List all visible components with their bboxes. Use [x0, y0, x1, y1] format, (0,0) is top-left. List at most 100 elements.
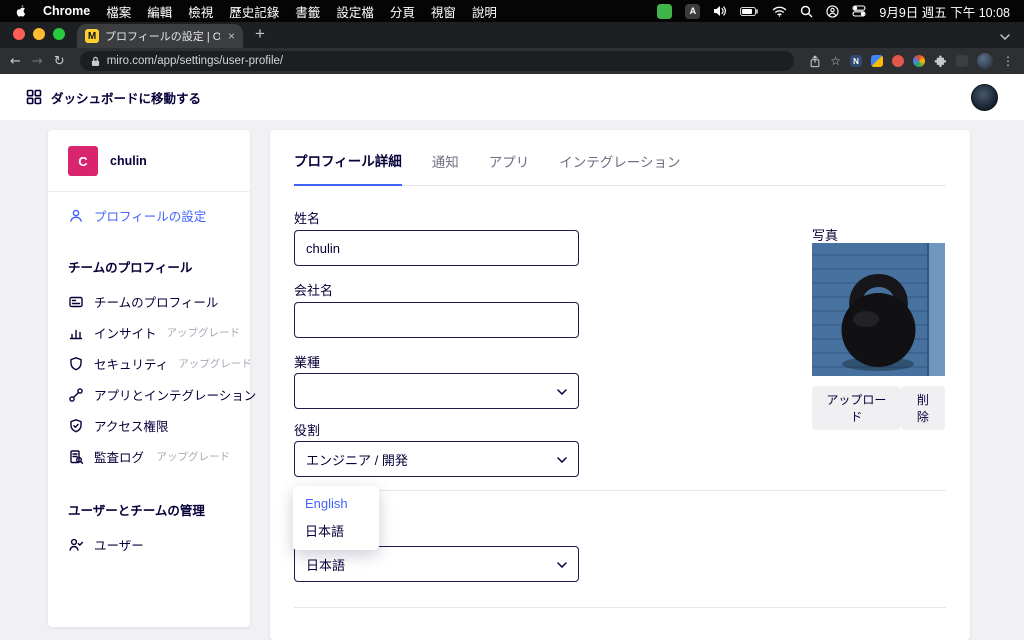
search-icon[interactable]: [800, 5, 813, 18]
menu-item-file[interactable]: 檔案: [106, 2, 131, 21]
extension-icon-colorwheel[interactable]: [913, 55, 925, 67]
extension-icon-drive[interactable]: [871, 55, 883, 67]
chevron-down-icon: [557, 389, 567, 395]
link-nodes-icon: [68, 387, 84, 403]
extension-icon-red[interactable]: [892, 55, 904, 67]
sidebar-user: C chulin: [48, 146, 250, 192]
zoom-button[interactable]: [53, 28, 65, 40]
browser-profile-avatar[interactable]: [977, 53, 993, 69]
sidebar-item-label: チームのプロフィール: [94, 296, 219, 310]
role-label: 役割: [294, 423, 321, 438]
sidebar-item-security[interactable]: セキュリティ アップグレード: [48, 348, 252, 379]
profile-settings-panel: プロフィール詳細 通知 アプリ インテグレーション 姓名 会社名 業種 役割 エ…: [270, 130, 970, 640]
wifi-icon[interactable]: [772, 6, 787, 17]
minimize-button[interactable]: [33, 28, 45, 40]
company-label: 会社名: [294, 283, 334, 298]
tab-close-icon[interactable]: ×: [226, 29, 235, 43]
tab-notifications[interactable]: 通知: [432, 151, 459, 185]
menu-item-window[interactable]: 視窗: [431, 2, 456, 21]
url-text: miro.com/app/settings/user-profile/: [106, 55, 284, 67]
sidebar-item-team-profile[interactable]: チームのプロフィール: [48, 286, 250, 317]
dashboard-link[interactable]: ダッシュボードに移動する: [26, 88, 201, 107]
reload-icon[interactable]: ↻: [54, 54, 65, 69]
user-menu-icon[interactable]: [826, 4, 840, 18]
control-center-icon[interactable]: [852, 5, 866, 17]
back-icon[interactable]: ←: [10, 54, 21, 69]
name-field[interactable]: [294, 230, 579, 266]
new-tab-button[interactable]: +: [243, 25, 265, 48]
close-button[interactable]: [13, 28, 25, 40]
dropdown-option-japanese[interactable]: 日本語: [293, 516, 379, 545]
upgrade-badge: アップグレード: [178, 358, 252, 370]
share-icon[interactable]: [809, 54, 821, 68]
menubar-clock[interactable]: 9月9日 週五 下午 10:08: [879, 2, 1010, 21]
profile-photo: [812, 243, 945, 376]
industry-select[interactable]: [294, 373, 579, 409]
delete-button[interactable]: 削除: [900, 386, 945, 430]
menu-item-help[interactable]: 說明: [472, 2, 497, 21]
person-icon: [68, 208, 84, 224]
menu-item-profiles[interactable]: 設定檔: [336, 2, 374, 21]
browser-tab[interactable]: M プロフィールの設定 | Online Wh ×: [77, 24, 243, 48]
dropdown-option-english[interactable]: English: [293, 491, 379, 516]
menu-item-bookmarks[interactable]: 書籤: [295, 2, 320, 21]
role-select-value: エンジニア / 開発: [306, 452, 408, 468]
sidebar-item-label: インサイト: [94, 327, 157, 341]
macos-menubar: Chrome 檔案 編輯 檢視 歷史記錄 書籤 設定檔 分頁 視窗 說明 A 9…: [0, 0, 1024, 22]
sidebar-item-insights[interactable]: インサイト アップグレード: [48, 317, 250, 348]
upgrade-badge: アップグレード: [156, 451, 231, 463]
battery-icon[interactable]: [740, 6, 759, 16]
star-icon[interactable]: ☆: [830, 54, 841, 68]
kettlebell-image: [812, 243, 945, 376]
tab-integrations[interactable]: インテグレーション: [559, 151, 680, 185]
chevron-down-icon: [557, 562, 567, 568]
role-select[interactable]: エンジニア / 開発: [294, 441, 579, 477]
puzzle-icon[interactable]: [934, 55, 947, 68]
sidebar-item-label: 監査ログ: [94, 451, 145, 465]
address-bar[interactable]: miro.com/app/settings/user-profile/: [79, 51, 795, 71]
menu-item-view[interactable]: 檢視: [188, 2, 213, 21]
green-app-icon[interactable]: [657, 3, 673, 19]
menu-item-history[interactable]: 歷史記錄: [229, 2, 279, 21]
upgrade-badge: アップグレード: [166, 327, 241, 339]
lock-icon[interactable]: [91, 56, 100, 67]
tab-apps[interactable]: アプリ: [489, 151, 530, 185]
extension-icon-dark[interactable]: [956, 55, 968, 67]
language-select-value: 日本語: [306, 557, 346, 573]
menubar-app-name[interactable]: Chrome: [43, 4, 90, 18]
sidebar-item-label: セキュリティ: [94, 358, 169, 372]
tab-profile-details[interactable]: プロフィール詳細: [294, 150, 402, 186]
language-select[interactable]: 日本語: [294, 546, 579, 582]
miro-favicon: M: [85, 29, 99, 43]
sidebar-item-apps-integrations[interactable]: アプリとインテグレーション: [48, 379, 256, 410]
tab-search-chevron-icon[interactable]: [1000, 34, 1024, 48]
kebab-menu-icon[interactable]: ⋮: [1002, 54, 1014, 68]
apple-icon[interactable]: [14, 4, 27, 19]
company-field[interactable]: [294, 302, 579, 338]
sidebar-item-users[interactable]: ユーザー: [48, 529, 250, 560]
section-divider: [294, 607, 946, 608]
section-divider: [294, 490, 946, 491]
shield-icon: [68, 356, 84, 372]
sidebar-avatar: C: [68, 146, 98, 176]
forward-icon[interactable]: →: [32, 54, 43, 69]
dashboard-grid-icon: [26, 89, 42, 105]
page-header: ダッシュボードに移動する: [0, 74, 1024, 120]
settings-tabs: プロフィール詳細 通知 アプリ インテグレーション: [294, 130, 946, 186]
header-avatar[interactable]: [971, 83, 998, 111]
menu-item-tabs[interactable]: 分頁: [390, 2, 415, 21]
a-app-icon[interactable]: A: [685, 3, 701, 19]
sidebar-item-profile-settings[interactable]: プロフィールの設定: [48, 192, 250, 233]
sidebar-heading-admin: ユーザーとチームの管理: [68, 504, 205, 518]
speaker-icon[interactable]: [713, 5, 727, 17]
upload-button[interactable]: アップロード: [812, 386, 901, 430]
sidebar-item-label: プロフィールの設定: [94, 210, 207, 224]
sidebar-item-permissions[interactable]: アクセス権限: [48, 410, 250, 441]
sidebar-heading-team: チームのプロフィール: [68, 261, 193, 275]
sidebar-item-audit-log[interactable]: 監査ログ アップグレード: [48, 441, 250, 472]
industry-label: 業種: [294, 355, 321, 370]
menu-item-edit[interactable]: 編輯: [147, 2, 172, 21]
settings-sidebar: C chulin プロフィールの設定 チームのプロフィール チームのプロフィール…: [48, 130, 256, 627]
sidebar-item-label: ユーザー: [94, 539, 144, 553]
extension-icon-n[interactable]: N: [850, 55, 862, 67]
